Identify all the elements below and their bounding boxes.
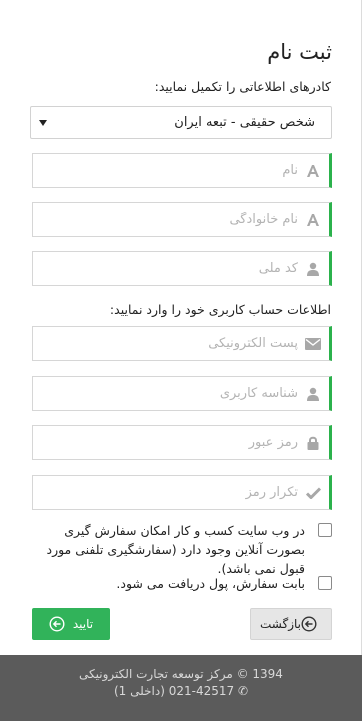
section-label-account: اطلاعات حساب کاربری خود را وارد نمایید: <box>109 302 331 317</box>
lock-icon <box>300 426 326 459</box>
section-label-info: کادرهای اطلاعاتی را تکمیل نمایید: <box>154 79 331 94</box>
national-code-field[interactable] <box>32 251 332 286</box>
national-code-input[interactable] <box>33 252 300 285</box>
last-name-field[interactable] <box>32 202 332 237</box>
email-field[interactable] <box>32 326 332 361</box>
letter-a-icon <box>300 154 326 187</box>
footer: 1394 © مرکز توسعه تجارت الکترونیکی ✆ 021… <box>0 655 362 721</box>
first-name-input[interactable] <box>33 154 300 187</box>
page-title: ثبت نام <box>267 40 332 64</box>
registration-card: ثبت نام کادرهای اطلاعاتی را تکمیل نمایید… <box>0 0 362 655</box>
footer-copyright: 1394 © مرکز توسعه تجارت الکترونیکی <box>79 667 283 681</box>
check-icon <box>300 476 326 509</box>
circle-arrow-right-icon <box>49 616 65 632</box>
page: ثبت نام کادرهای اطلاعاتی را تکمیل نمایید… <box>0 0 362 721</box>
online-order-check-row: در وب سایت کسب و کار امکان سفارش گیری بص… <box>30 521 332 578</box>
payment-check-row: بابت سفارش، پول دریافت می شود. <box>30 574 332 593</box>
online-order-checkbox[interactable] <box>318 523 332 537</box>
payment-checkbox[interactable] <box>318 576 332 590</box>
first-name-field[interactable] <box>32 153 332 188</box>
footer-phone-line: ✆ 021-42517 (داخلی 1) <box>0 684 362 698</box>
username-input[interactable] <box>33 377 300 410</box>
password-repeat-field[interactable] <box>32 475 332 510</box>
caret-down-icon <box>39 119 47 126</box>
footer-phone: 021-42517 (داخلی 1) <box>113 684 235 698</box>
back-button[interactable]: بازگشت <box>250 608 332 640</box>
password-field[interactable] <box>32 425 332 460</box>
phone-icon: ✆ <box>237 684 249 698</box>
envelope-icon <box>300 327 326 360</box>
username-field[interactable] <box>32 376 332 411</box>
circle-arrow-left-icon <box>301 616 317 632</box>
last-name-input[interactable] <box>33 203 300 236</box>
payment-label: بابت سفارش، پول دریافت می شود. <box>116 576 305 591</box>
email-input[interactable] <box>33 327 300 360</box>
password-input[interactable] <box>33 426 300 459</box>
confirm-button-label: تایید <box>72 617 94 631</box>
confirm-button[interactable]: تایید <box>32 608 110 640</box>
person-type-selected: شخص حقیقی - تبعه ایران <box>174 115 315 130</box>
user-icon <box>300 377 326 410</box>
password-repeat-input[interactable] <box>33 476 300 509</box>
user-icon <box>300 252 326 285</box>
back-button-label: بازگشت <box>260 617 301 631</box>
letter-a-icon <box>300 203 326 236</box>
online-order-label: در وب سایت کسب و کار امکان سفارش گیری بص… <box>46 523 306 576</box>
person-type-select[interactable]: شخص حقیقی - تبعه ایران <box>30 106 332 139</box>
